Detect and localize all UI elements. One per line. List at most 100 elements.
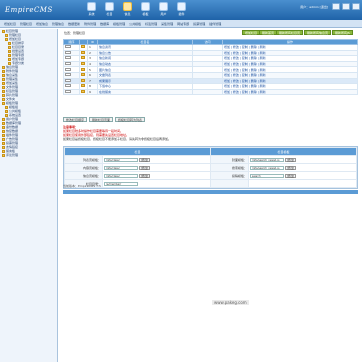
folder-icon (2, 81, 5, 85)
order-input[interactable] (65, 90, 71, 94)
breadcrumb: 位置：管理栏目 (64, 31, 86, 35)
template-info-panel: 栏目 栏目模板 列表页模板： /d/js/class/ [修改] 封面模板： /… (63, 146, 358, 189)
top-nav-column[interactable]: 栏目 (102, 1, 117, 18)
order-input[interactable] (65, 84, 71, 88)
top-nav-user[interactable]: 用户 (156, 1, 171, 18)
update-order-button[interactable]: 修改栏目顺序 (63, 117, 88, 122)
order-input[interactable] (65, 45, 71, 49)
folder-icon (2, 73, 5, 77)
folder-icon (2, 69, 5, 73)
template-path-field[interactable]: /d/js/class/ (104, 165, 138, 170)
action-bar: 修改栏目顺序 刷新栏目页面 终极栏目转为列表 (63, 117, 147, 123)
folder-icon (2, 121, 5, 125)
template-path-field[interactable]: /d/js/search_news1.js (250, 165, 284, 170)
order-input[interactable] (65, 62, 71, 66)
template-path-field[interactable]: search (250, 173, 284, 178)
menu-item[interactable]: 网站专题 (177, 22, 189, 26)
folder-icon (5, 37, 8, 41)
folder-icon (81, 84, 85, 88)
page-icon (8, 49, 11, 53)
top-nav: 系统 栏目 信息 模板 用户 插件 (84, 1, 192, 18)
menu-item[interactable]: 采集管理 (161, 22, 173, 26)
template-path-field[interactable]: /d/js/class/ (104, 157, 138, 162)
convert-to-list-button[interactable]: 终极栏目转为列表 (115, 117, 146, 122)
folder-icon (2, 153, 5, 157)
column-dir-field[interactable]: /e/member/ (104, 181, 138, 186)
edit-button[interactable]: [修改] (284, 173, 297, 178)
order-input[interactable] (65, 78, 71, 82)
page-icon (8, 57, 11, 61)
folder-icon (2, 97, 5, 101)
column-link[interactable]: 信息资讯 (99, 45, 111, 49)
folder-icon (2, 133, 5, 137)
refresh-info-button[interactable]: 刷新所有信息页 (304, 30, 332, 35)
edit-button[interactable]: [修改] (138, 165, 151, 170)
menu-item[interactable]: 投票管理 (193, 22, 205, 26)
top-nav-template[interactable]: 模板 (138, 1, 153, 18)
template-path-field[interactable]: /d/js/class/ (104, 173, 138, 178)
order-input[interactable] (65, 73, 71, 77)
menu-item[interactable]: 模板管理 (113, 22, 125, 26)
top-nav-info[interactable]: 信息 (120, 1, 135, 18)
column-link[interactable]: 文章列表 (99, 73, 111, 77)
edit-button[interactable]: [修改] (138, 173, 151, 178)
menubar: 增加栏目 管理栏目 增加信息 管理信息 数据更新 附件管理 数据库 模板管理 公… (0, 20, 362, 28)
add-column-button[interactable]: 增加栏目 (242, 30, 261, 35)
refresh-icon[interactable] (342, 3, 350, 10)
folder-icon (81, 90, 85, 94)
empirecms-logo: EmpireCMS (5, 6, 53, 14)
folder-icon (81, 73, 85, 77)
column-link[interactable]: 信息动态 (99, 62, 111, 66)
edit-button[interactable]: [修改] (138, 157, 151, 162)
page-icon (5, 109, 8, 113)
top-nav-system[interactable]: 系统 (84, 1, 99, 18)
refresh-home-button[interactable]: 刷新首页 (259, 30, 278, 35)
order-input[interactable] (65, 51, 71, 54)
menu-item[interactable]: 标签管理 (145, 22, 157, 26)
exit-icon[interactable] (352, 3, 360, 10)
template-path-field[interactable]: /d/js/search_news1.js (250, 157, 284, 162)
refresh-js-button[interactable]: 刷新所有JS (332, 30, 353, 35)
note-line: 如果栏目是终极栏目，终极栏目不能添加子栏目，请先转为非终极栏目后再添加。 (63, 137, 172, 141)
sidebar-item[interactable]: 评论管理 (0, 153, 57, 157)
column-link[interactable]: 在线留言 (99, 90, 111, 94)
top-nav-plugin[interactable]: 插件 (174, 1, 189, 18)
folder-icon (5, 33, 8, 37)
folder-icon (2, 93, 5, 97)
menu-item[interactable]: 数据更新 (68, 22, 80, 26)
folder-icon (2, 137, 5, 141)
info-icon (123, 2, 132, 11)
refresh-column-page-button[interactable]: 刷新栏目页面 (89, 117, 114, 122)
menu-item[interactable]: 公共模板 (129, 22, 141, 26)
menu-item[interactable]: 管理栏目 (20, 22, 32, 26)
order-input[interactable] (65, 67, 71, 71)
folder-icon (2, 77, 5, 81)
edit-button[interactable]: [修改] (284, 165, 297, 170)
home-icon[interactable] (332, 3, 340, 10)
column-link[interactable]: 图片信息 (99, 68, 111, 72)
menu-item[interactable]: 数据库 (100, 22, 109, 26)
footer-bar (63, 190, 358, 194)
menu-item[interactable]: 管理信息 (52, 22, 64, 26)
menu-item[interactable]: 插件管理 (209, 22, 221, 26)
folder-icon (2, 149, 5, 153)
info-header-left: 栏目 (64, 147, 211, 156)
column-table: 顺序 ID 栏目名 访问 操作 1 信息资讯 增加 | 修改 | 复制 | 删除… (63, 39, 358, 96)
page-icon (8, 45, 11, 49)
column-link[interactable]: 成果展示 (99, 79, 111, 83)
column-link[interactable]: 信息新闻 (99, 57, 111, 61)
edit-button[interactable]: [修改] (284, 157, 297, 162)
user-status[interactable]: 用户：admin [退出] (300, 5, 328, 9)
menu-item[interactable]: 增加信息 (36, 22, 48, 26)
refresh-columns-button[interactable]: 刷新所有栏目页 (276, 30, 304, 35)
menu-item[interactable]: 增加栏目 (4, 22, 16, 26)
column-link[interactable]: 信息公告 (99, 51, 111, 55)
page-icon (8, 41, 11, 45)
order-input[interactable] (65, 56, 71, 60)
table-row: 9 在线留言 增加 | 修改 | 复制 | 删除 | 刷新 (63, 88, 358, 96)
watermark-text: www.pakeg.com (212, 300, 249, 305)
menu-item[interactable]: 附件管理 (84, 22, 96, 26)
column-link[interactable]: 下载中心 (99, 85, 111, 89)
folder-icon (2, 125, 5, 129)
row-operations[interactable]: 增加 | 修改 | 复制 | 删除 | 刷新 (222, 88, 358, 96)
